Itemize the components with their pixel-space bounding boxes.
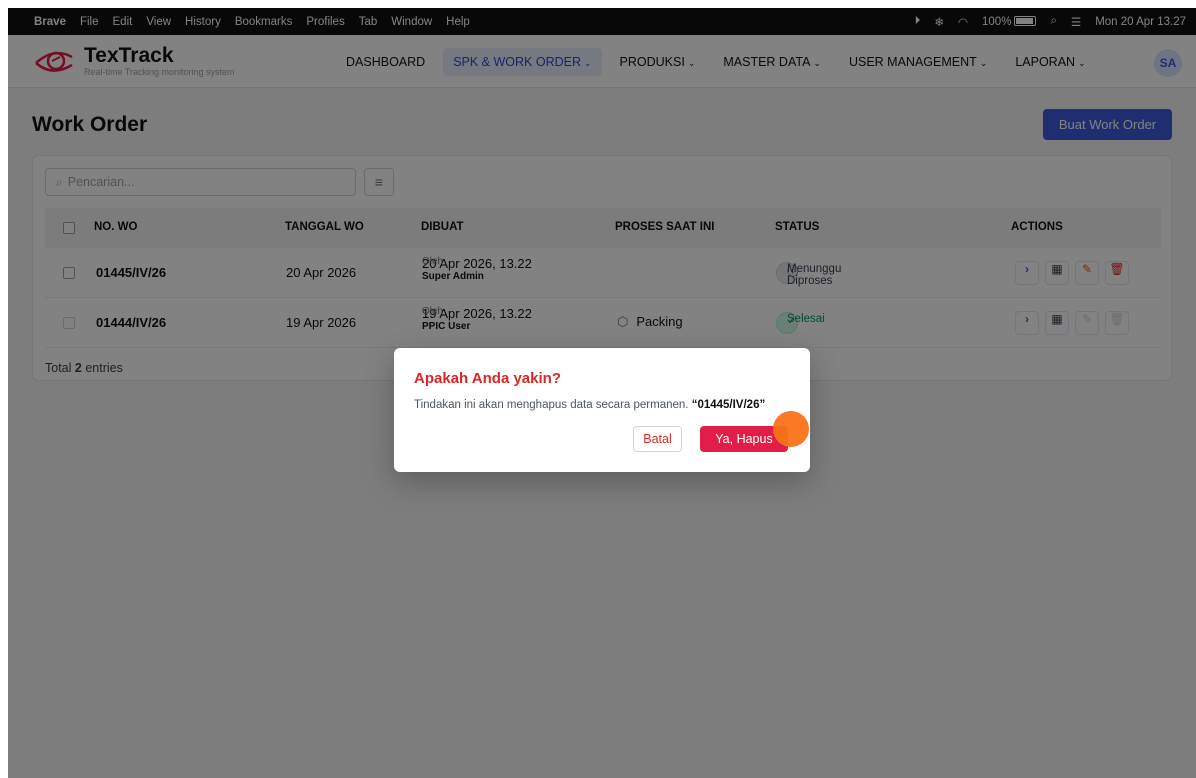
dialog-title: Apakah Anda yakin? bbox=[414, 370, 561, 387]
browser-viewport: Brave File Edit View History Bookmarks P… bbox=[8, 8, 1196, 778]
dialog-target: “01445/IV/26” bbox=[691, 399, 766, 411]
cancel-button[interactable]: Batal bbox=[633, 426, 682, 452]
dialog-message-text: Tindakan ini akan menghapus data secara … bbox=[414, 399, 689, 411]
screen: Brave File Edit View History Bookmarks P… bbox=[0, 0, 1196, 778]
dialog-message: Tindakan ini akan menghapus data secara … bbox=[414, 399, 765, 411]
cursor-indicator bbox=[773, 411, 809, 447]
delete-confirm-dialog: Apakah Anda yakin? Tindakan ini akan men… bbox=[394, 348, 810, 472]
